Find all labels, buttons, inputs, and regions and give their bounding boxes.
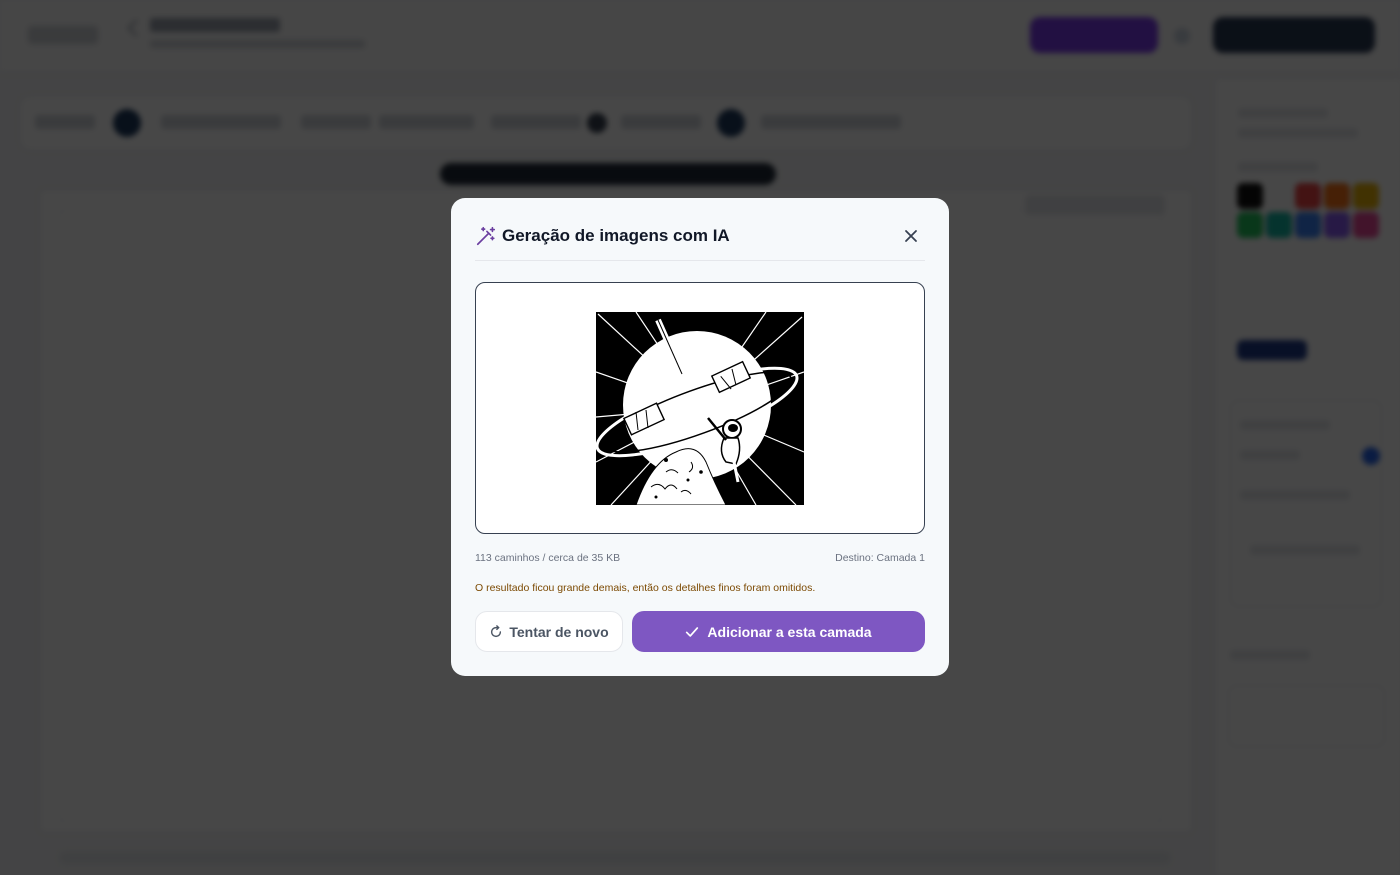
path-stats: 113 caminhos / cerca de 35 KB [475,552,621,564]
astronaut-illustration [596,312,804,505]
warning-message: O resultado ficou grande demais, então o… [475,582,816,594]
dialog-title: Geração de imagens com IA [502,226,730,245]
generated-image-preview [475,282,925,534]
close-icon[interactable] [901,226,921,246]
refresh-icon [491,624,502,637]
check-icon [686,626,699,637]
dialog-header: Geração de imagens com IA [475,222,925,261]
add-to-layer-button[interactable]: Adicionar a esta camada [632,611,925,652]
retry-button[interactable]: Tentar de novo [475,611,623,652]
magic-wand-icon [476,226,496,246]
add-button-label: Adicionar a esta camada [707,623,872,640]
destination-layer: Destino: Camada 1 [835,552,925,564]
ai-image-generation-dialog: Geração de imagens com IA 113 caminhos /… [451,198,949,676]
retry-button-label: Tentar de novo [509,623,609,640]
